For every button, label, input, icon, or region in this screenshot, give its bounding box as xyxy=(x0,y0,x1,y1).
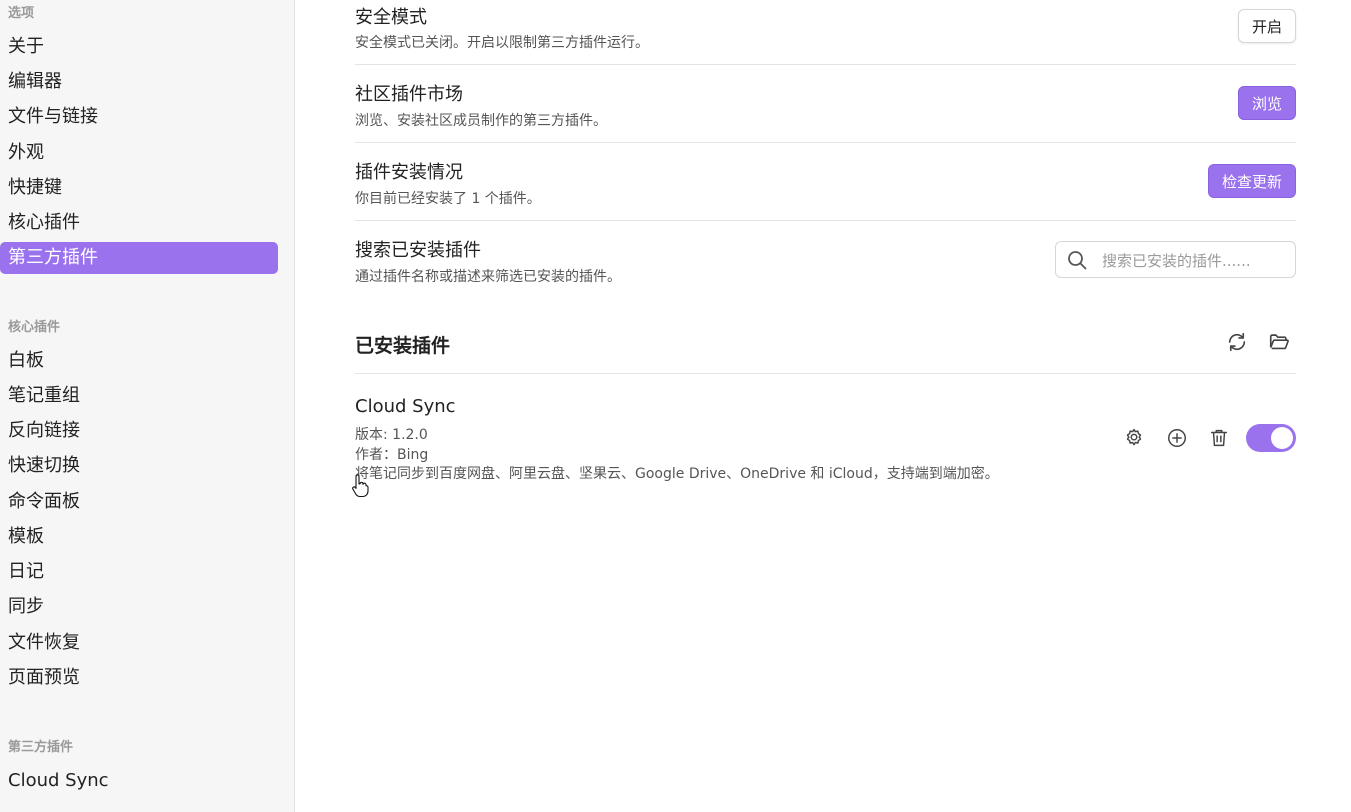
search-installed-title: 搜索已安装插件 xyxy=(355,240,481,261)
sidebar-heading-options: 选项 xyxy=(8,6,35,21)
safe-mode-title: 安全模式 xyxy=(355,7,427,28)
sidebar-item-templates[interactable]: 模板 xyxy=(0,521,278,553)
sidebar-item-file-recovery[interactable]: 文件恢复 xyxy=(0,627,278,659)
sidebar-item-note-composer[interactable]: 笔记重组 xyxy=(0,380,278,412)
plugin-name: Cloud Sync xyxy=(355,396,456,417)
gear-icon xyxy=(1126,428,1142,446)
sidebar-item-community-plugins[interactable]: 第三方插件 xyxy=(0,242,278,274)
reload-plugins-button[interactable] xyxy=(1224,329,1250,355)
safe-mode-desc: 安全模式已关闭。开启以限制第三方插件运行。 xyxy=(355,35,649,51)
sidebar-item-backlinks[interactable]: 反向链接 xyxy=(0,415,278,447)
settings-main: 安全模式 安全模式已关闭。开启以限制第三方插件运行。 开启 社区插件市场 浏览、… xyxy=(355,0,1296,812)
plugin-author: 作者：Bing xyxy=(355,447,429,463)
community-market-desc: 浏览、安装社区成员制作的第三方插件。 xyxy=(355,113,607,129)
divider xyxy=(355,64,1296,65)
sidebar-item-quick-switcher[interactable]: 快速切换 xyxy=(0,450,278,482)
reload-icon xyxy=(1228,332,1246,352)
safe-mode-button[interactable]: 开启 xyxy=(1237,9,1296,43)
plugin-hotkeys-button[interactable] xyxy=(1164,425,1190,451)
check-updates-button[interactable]: 检查更新 xyxy=(1207,164,1296,198)
divider xyxy=(355,373,1296,374)
plus-circle-icon xyxy=(1168,429,1186,447)
sidebar-item-cloud-sync[interactable]: Cloud Sync xyxy=(0,765,278,797)
sidebar-heading-core-plugins: 核心插件 xyxy=(8,320,61,335)
divider xyxy=(355,220,1296,221)
sidebar-item-about[interactable]: 关于 xyxy=(0,31,278,63)
sidebar-heading-third-party: 第三方插件 xyxy=(8,740,74,755)
search-installed-desc: 通过插件名称或描述来筛选已安装的插件。 xyxy=(355,269,621,285)
browse-button[interactable]: 浏览 xyxy=(1237,86,1296,120)
sidebar-item-canvas[interactable]: 白板 xyxy=(0,345,278,377)
plugin-uninstall-button[interactable] xyxy=(1206,425,1232,451)
search-input[interactable] xyxy=(1100,248,1289,274)
install-status-title: 插件安装情况 xyxy=(355,162,463,183)
sidebar-item-hotkeys[interactable]: 快捷键 xyxy=(0,172,278,204)
folder-open-icon xyxy=(1269,334,1289,350)
sidebar-item-editor[interactable]: 编辑器 xyxy=(0,66,278,98)
hand-cursor-icon xyxy=(352,474,369,498)
installed-plugins-heading: 已安装插件 xyxy=(355,335,451,357)
toggle-knob xyxy=(1271,427,1293,449)
trash-icon xyxy=(1210,429,1228,447)
sidebar-item-appearance[interactable]: 外观 xyxy=(0,137,278,169)
settings-sidebar: 选项 关于 编辑器 文件与链接 外观 快捷键 核心插件 第三方插件 核心插件 白… xyxy=(0,0,295,812)
search-box xyxy=(1055,241,1296,278)
sidebar-item-core-plugins[interactable]: 核心插件 xyxy=(0,207,278,239)
plugin-version: 版本: 1.2.0 xyxy=(355,427,428,443)
sidebar-item-daily-notes[interactable]: 日记 xyxy=(0,556,278,588)
plugin-settings-button[interactable] xyxy=(1121,425,1147,451)
search-icon xyxy=(1068,251,1087,270)
community-market-title: 社区插件市场 xyxy=(355,84,463,105)
plugin-description: 将笔记同步到百度网盘、阿里云盘、坚果云、Google Drive、OneDriv… xyxy=(355,466,999,482)
sidebar-item-command-palette[interactable]: 命令面板 xyxy=(0,486,278,518)
install-status-desc: 你目前已经安装了 1 个插件。 xyxy=(355,191,541,207)
open-plugins-folder-button[interactable] xyxy=(1266,329,1292,355)
divider xyxy=(355,142,1296,143)
sidebar-item-files-links[interactable]: 文件与链接 xyxy=(0,101,278,133)
plugin-enable-toggle[interactable] xyxy=(1246,424,1296,452)
sidebar-item-sync[interactable]: 同步 xyxy=(0,591,278,623)
sidebar-item-page-preview[interactable]: 页面预览 xyxy=(0,662,278,694)
